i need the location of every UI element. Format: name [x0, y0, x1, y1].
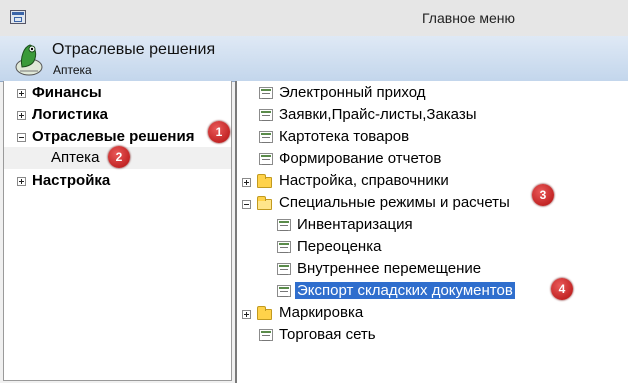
- tree-item-pharmacy[interactable]: Аптека: [51, 147, 99, 169]
- expand-plus-icon[interactable]: [17, 111, 26, 120]
- menu-folder-marking[interactable]: Маркировка: [279, 302, 363, 324]
- tree-item-finance[interactable]: Финансы: [32, 82, 102, 104]
- module-subtitle: Аптека: [53, 63, 92, 77]
- document-icon: [259, 109, 273, 121]
- document-icon: [277, 219, 291, 231]
- tree-item-industry-solutions[interactable]: Отраслевые решения: [32, 126, 194, 148]
- document-icon: [259, 153, 273, 165]
- document-icon: [259, 329, 273, 341]
- expand-plus-icon[interactable]: [242, 310, 251, 319]
- callout-badge-4: 4: [551, 278, 573, 300]
- expand-plus-icon[interactable]: [17, 89, 26, 98]
- menu-folder-settings-references[interactable]: Настройка, справочники: [279, 170, 449, 192]
- menu-item-goods-catalog[interactable]: Картотека товаров: [279, 126, 409, 148]
- document-icon: [259, 131, 273, 143]
- expand-plus-icon[interactable]: [17, 177, 26, 186]
- document-icon: [259, 87, 273, 99]
- tree-item-logistics[interactable]: Логистика: [32, 104, 108, 126]
- expand-plus-icon[interactable]: [242, 178, 251, 187]
- menu-item-export-label: Экспорт складских документов: [294, 281, 516, 300]
- window-titlebar: Главное меню: [0, 0, 628, 37]
- window-title: Главное меню: [422, 10, 516, 26]
- callout-badge-2: 2: [108, 146, 130, 168]
- left-navigation-tree: Финансы Логистика Отраслевые решения Апт…: [3, 81, 232, 381]
- pharmacy-logo-icon: [15, 44, 43, 76]
- menu-item-internal-transfer[interactable]: Внутреннее перемещение: [297, 258, 481, 280]
- collapse-minus-icon[interactable]: [242, 200, 251, 209]
- callout-badge-1: 1: [208, 121, 230, 143]
- menu-item-export-warehouse-docs[interactable]: Экспорт складских документов: [294, 280, 516, 302]
- menu-item-inventory[interactable]: Инвентаризация: [297, 214, 413, 236]
- menu-item-orders[interactable]: Заявки,Прайс-листы,Заказы: [279, 104, 477, 126]
- folder-icon: [257, 174, 272, 188]
- callout-badge-3: 3: [532, 184, 554, 206]
- document-icon: [277, 241, 291, 253]
- collapse-minus-icon[interactable]: [17, 133, 26, 142]
- menu-item-reports[interactable]: Формирование отчетов: [279, 148, 441, 170]
- document-icon: [277, 285, 291, 297]
- menu-folder-special-modes[interactable]: Специальные режимы и расчеты: [279, 192, 510, 214]
- folder-open-icon: [257, 196, 272, 210]
- tree-item-settings[interactable]: Настройка: [32, 170, 110, 192]
- document-icon: [277, 263, 291, 275]
- folder-icon: [257, 306, 272, 320]
- module-header: Отраслевые решения Аптека: [0, 36, 628, 82]
- menu-item-retail-network[interactable]: Торговая сеть: [279, 324, 376, 346]
- module-title: Отраслевые решения: [52, 41, 216, 58]
- right-menu-tree: Электронный приход Заявки,Прайс-листы,За…: [235, 81, 628, 383]
- menu-item-electronic-receipt[interactable]: Электронный приход: [279, 82, 426, 104]
- menu-item-revaluation[interactable]: Переоценка: [297, 236, 381, 258]
- app-window-icon: [10, 10, 26, 24]
